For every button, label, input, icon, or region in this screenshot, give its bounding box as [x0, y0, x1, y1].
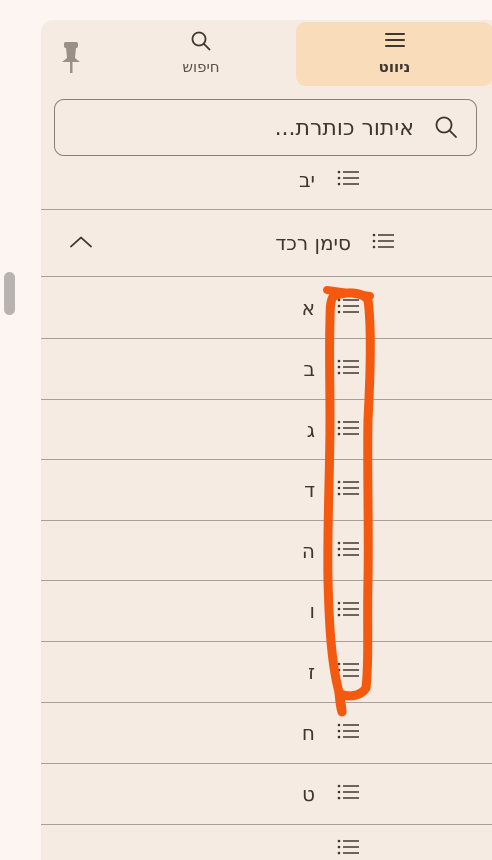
list-icon [336, 660, 360, 684]
list-item[interactable]: ז [41, 642, 492, 703]
list-icon [336, 296, 360, 320]
list-icon [336, 168, 360, 192]
list-icon [336, 539, 360, 563]
list-item-label: ח [301, 721, 315, 745]
search-icon[interactable] [434, 115, 458, 143]
list-item-label: ו [309, 599, 315, 623]
list-icon [336, 837, 360, 860]
list-item-label: ז [308, 660, 315, 684]
list-item-label: ב [303, 357, 315, 381]
list-item[interactable]: יב [41, 150, 492, 210]
pin-icon[interactable] [59, 40, 83, 74]
section-header[interactable]: סימן רכד [41, 210, 492, 277]
list-item-label: יב [298, 168, 315, 192]
menu-icon [384, 30, 406, 54]
list-item[interactable]: ג [41, 400, 492, 460]
list-item[interactable]: ו [41, 581, 492, 642]
list-item[interactable]: ט [41, 764, 492, 825]
tab-search-label: חיפוש [182, 58, 220, 76]
navigation-panel: חיפוש ניווט י [41, 20, 492, 860]
list-icon [336, 418, 360, 442]
list-item[interactable]: ב [41, 339, 492, 400]
tab-search[interactable]: חיפוש [141, 22, 261, 86]
list-icon [336, 478, 360, 502]
list-icon [336, 357, 360, 381]
list-icon [371, 231, 395, 255]
tab-navigation[interactable]: ניווט [296, 22, 492, 86]
list-item-label: ה [301, 538, 315, 563]
list-item[interactable]: ד [41, 460, 492, 521]
title-search-input[interactable] [71, 110, 416, 146]
tab-bar: חיפוש ניווט [41, 20, 492, 92]
title-search-box [54, 99, 477, 156]
list-icon [336, 782, 360, 806]
search-icon [190, 30, 212, 56]
chevron-up-icon[interactable] [69, 234, 93, 253]
list-item[interactable]: ה [41, 521, 492, 581]
list-item-label: א [301, 295, 315, 320]
list-icon [336, 599, 360, 623]
list-item-label: ד [304, 478, 315, 502]
list-icon [336, 721, 360, 745]
list-item[interactable]: א [41, 277, 492, 339]
scrollbar-handle[interactable] [4, 272, 15, 315]
tab-navigation-label: ניווט [378, 58, 411, 76]
list-item-label: ט [302, 782, 315, 806]
list-item[interactable]: ח [41, 703, 492, 764]
list-item-label: ג [306, 417, 315, 442]
list-item[interactable] [41, 825, 492, 860]
section-label: סימן רכד [275, 231, 351, 255]
